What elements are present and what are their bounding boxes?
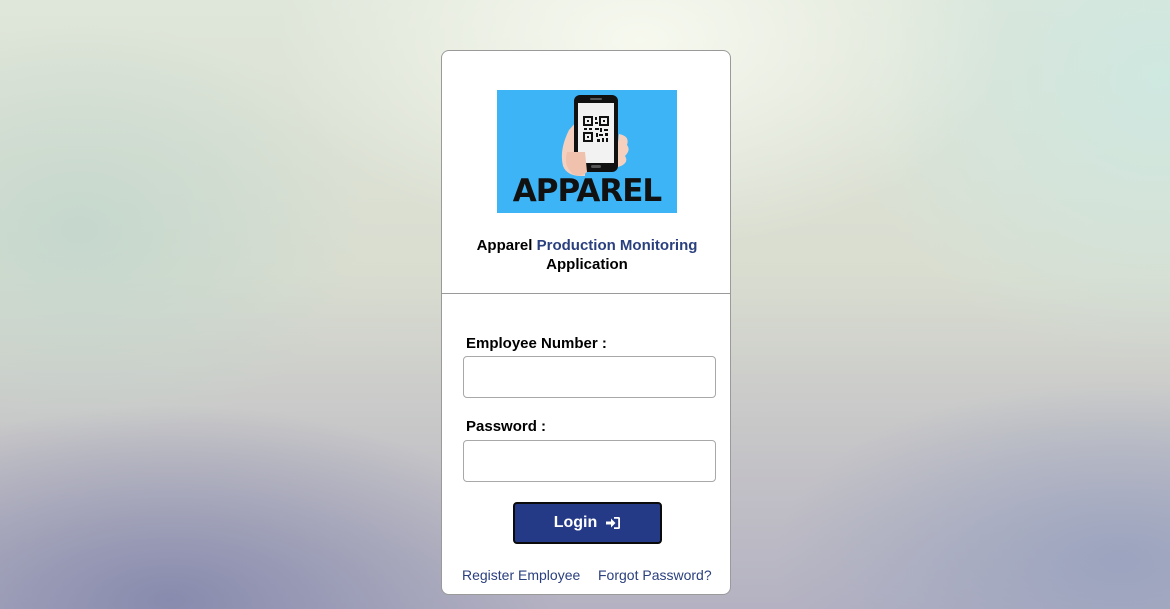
login-button[interactable]: Login [513, 502, 662, 544]
login-button-label: Login [553, 514, 598, 531]
apparel-logo: APPAREL [497, 90, 677, 213]
sign-in-icon [605, 516, 621, 530]
employee-number-input[interactable] [463, 356, 716, 398]
login-card: APPAREL Apparel Production Monitoring Ap… [441, 50, 731, 595]
app-title-part2: Production Monitoring [536, 237, 698, 254]
password-label: Password : [466, 418, 547, 435]
employee-number-label: Employee Number : [466, 335, 607, 352]
forgot-password-link[interactable]: Forgot Password? [598, 567, 712, 583]
divider [442, 293, 730, 294]
password-input[interactable] [463, 440, 716, 482]
register-employee-link[interactable]: Register Employee [462, 567, 580, 583]
app-title-part3: Application [546, 256, 628, 273]
logo-wordmark: APPAREL [512, 173, 662, 209]
app-title-part1: Apparel [476, 237, 533, 254]
app-title: Apparel Production Monitoring Applicatio… [442, 236, 732, 274]
